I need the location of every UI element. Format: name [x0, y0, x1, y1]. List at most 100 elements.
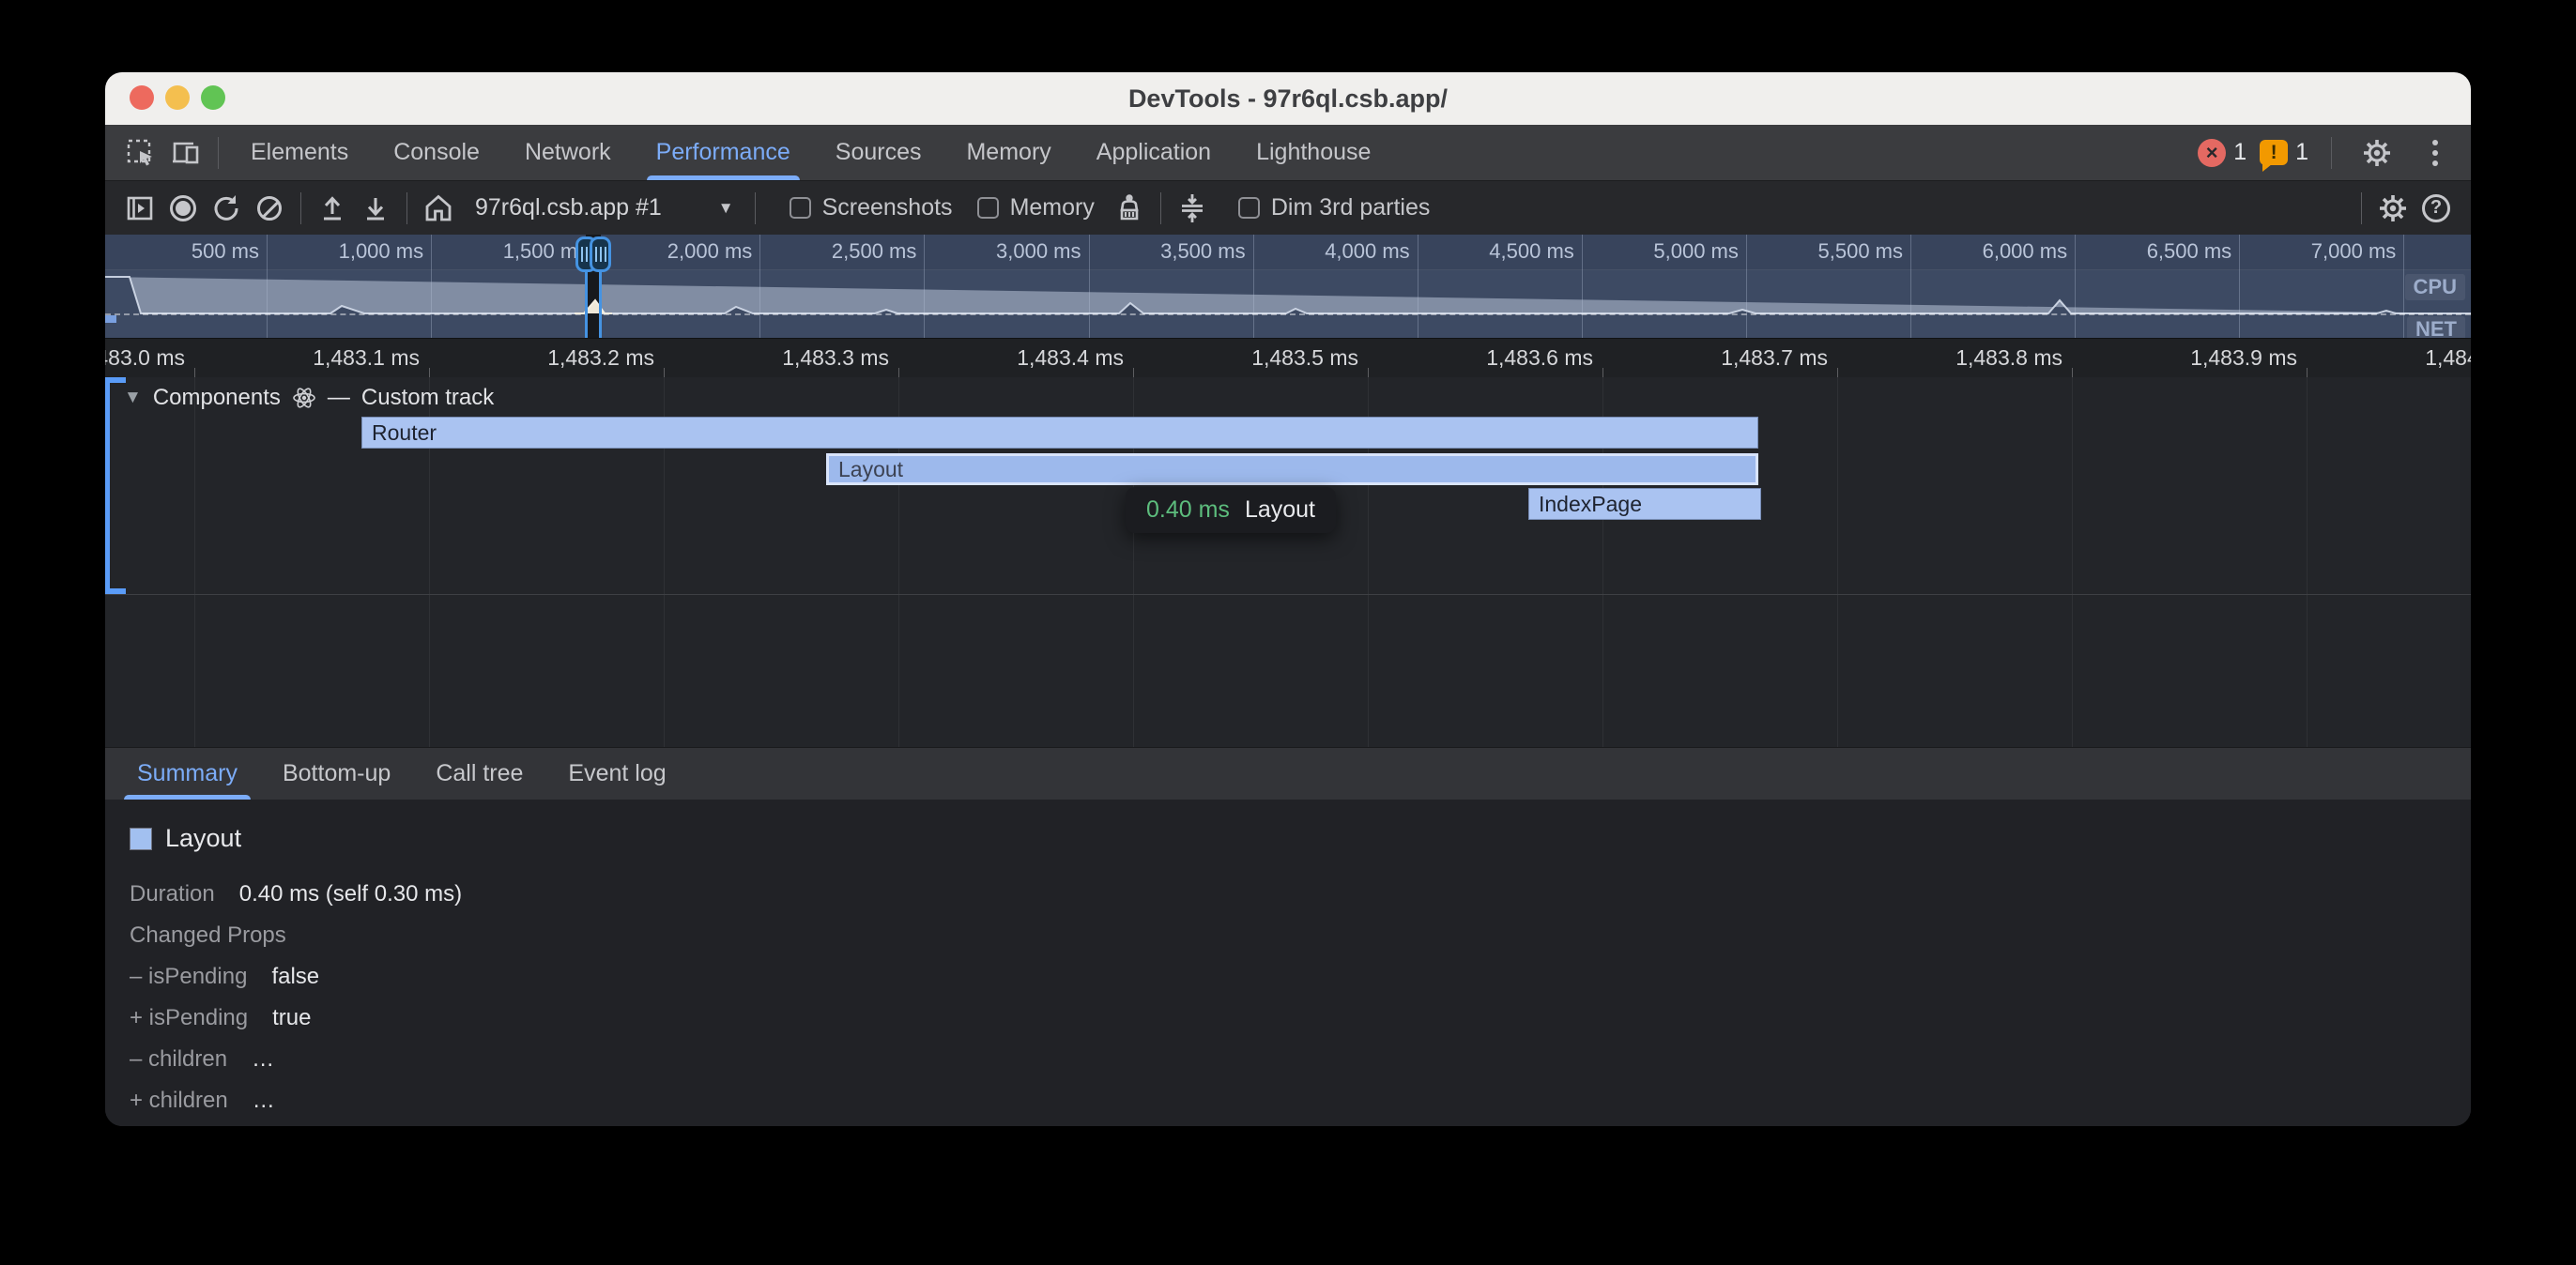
memory-checkbox[interactable] [977, 197, 999, 219]
track-separator: — [328, 385, 350, 411]
devtools-tabbar: ElementsConsoleNetworkPerformanceSources… [105, 125, 2471, 180]
summary-row-label: – children [130, 1046, 227, 1073]
track-header[interactable]: ▼ Components — Custom track [124, 385, 494, 411]
flame-event-label: Router [362, 420, 437, 446]
flame-gridline [194, 377, 195, 747]
issues-badge[interactable]: ! 1 [2260, 139, 2308, 166]
flame-event-router[interactable]: Router [361, 417, 1758, 449]
device-toolbar-icon[interactable] [163, 132, 208, 174]
issue-count: 1 [2295, 139, 2308, 166]
minimize-window-button[interactable] [165, 85, 190, 110]
summary-row-value: … [253, 1088, 275, 1114]
ruler-tick-label: 1,483.9 ms [2190, 345, 2297, 371]
tab-network[interactable]: Network [502, 125, 634, 180]
flame-gridline [1837, 377, 1838, 747]
ruler-tick-label: 1,483.4 ms [1017, 345, 1124, 371]
more-options-icon[interactable] [2413, 132, 2458, 174]
ruler-tick [1602, 368, 1603, 377]
titlebar: DevTools - 97r6ql.csb.app/ [105, 72, 2471, 125]
target-selector[interactable]: 97r6ql.csb.app #1 ▼ [475, 194, 734, 221]
summary-row: – children … [130, 1046, 2471, 1088]
ruler-tick-label: 1,483.0 ms [105, 345, 185, 371]
flame-event-layout[interactable]: Layout [826, 453, 1758, 485]
detail-tab-bottom-up[interactable]: Bottom-up [260, 748, 413, 800]
track-boundary [105, 594, 2471, 595]
tab-sources[interactable]: Sources [813, 125, 944, 180]
ruler-tick [664, 368, 665, 377]
detail-tab-event-log[interactable]: Event log [545, 748, 688, 800]
error-badge[interactable]: × 1 [2198, 139, 2246, 167]
error-count: 1 [2233, 139, 2246, 166]
collect-garbage-icon[interactable] [1108, 188, 1151, 229]
tab-elements[interactable]: Elements [228, 125, 371, 180]
ruler-tick [429, 368, 430, 377]
selection-right-handle[interactable] [590, 236, 611, 272]
summary-row: + children … [130, 1088, 2471, 1126]
settings-gear-icon[interactable] [2354, 132, 2400, 174]
summary-row-value: 0.40 ms (self 0.30 ms) [239, 881, 462, 907]
divider [1160, 192, 1161, 224]
divider [406, 192, 407, 224]
help-icon[interactable]: ? [2415, 188, 2458, 229]
compress-arrows-icon[interactable] [1171, 188, 1214, 229]
ruler-tick-label: 1,483.7 ms [1721, 345, 1828, 371]
summary-row: Duration 0.40 ms (self 0.30 ms) [130, 881, 2471, 922]
summary-row-value: false [271, 964, 319, 990]
detail-tabs: SummaryBottom-upCall treeEvent log [105, 747, 2471, 800]
record-icon[interactable] [161, 188, 205, 229]
tab-lighthouse[interactable]: Lighthouse [1234, 125, 1393, 180]
ruler-tick-label: 1,483.5 ms [1251, 345, 1358, 371]
window-title: DevTools - 97r6ql.csb.app/ [1128, 84, 1448, 114]
timeline-overview[interactable]: 500 ms1,000 ms1,500 ms2,000 ms2,500 ms3,… [105, 235, 2471, 338]
ruler-tick [1368, 368, 1369, 377]
clear-icon[interactable] [248, 188, 291, 229]
download-profile-icon[interactable] [354, 188, 397, 229]
screenshots-checkbox[interactable] [790, 197, 811, 219]
home-icon[interactable] [417, 188, 460, 229]
detail-tab-summary[interactable]: Summary [115, 748, 260, 800]
devtools-window: DevTools - 97r6ql.csb.app/ ElementsConso… [105, 72, 2471, 1126]
tab-performance[interactable]: Performance [634, 125, 813, 180]
screenshots-label: Screenshots [822, 194, 953, 221]
capture-settings-gear-icon[interactable] [2371, 188, 2415, 229]
memory-label: Memory [1010, 194, 1095, 221]
cpu-activity-chart [105, 235, 2471, 338]
divider [755, 192, 756, 224]
zoom-window-button[interactable] [201, 85, 225, 110]
cpu-lane-label: CPU [2405, 274, 2465, 300]
ruler-tick [1837, 368, 1838, 377]
detail-tab-call-tree[interactable]: Call tree [413, 748, 545, 800]
selection-left-line[interactable] [585, 270, 588, 338]
issue-icon: ! [2260, 140, 2288, 165]
summary-pane: Layout Duration0.40 ms (self 0.30 ms)Cha… [105, 800, 2471, 1126]
reload-and-record-icon[interactable] [205, 188, 248, 229]
inspect-element-icon[interactable] [118, 132, 163, 174]
zoomed-time-ruler[interactable]: 1,483.0 ms1,483.1 ms1,483.2 ms1,483.3 ms… [105, 338, 2471, 377]
flame-event-label: Layout [829, 457, 903, 482]
upload-profile-icon[interactable] [311, 188, 354, 229]
collapse-track-icon[interactable]: ▼ [124, 388, 142, 408]
summary-row-value: … [252, 1046, 274, 1073]
dim-3rd-parties-checkbox[interactable] [1238, 197, 1260, 219]
summary-row-label: Duration [130, 881, 215, 907]
ruler-tick [2307, 368, 2308, 377]
flame-event-indexpage[interactable]: IndexPage [1528, 488, 1761, 520]
tab-application[interactable]: Application [1074, 125, 1234, 180]
toggle-sidebar-icon[interactable] [118, 188, 161, 229]
flame-chart[interactable]: ▼ Components — Custom track Router Layout… [105, 377, 2471, 747]
divider [218, 137, 219, 169]
ruler-tick-label: 1,483.6 ms [1486, 345, 1593, 371]
tab-memory[interactable]: Memory [943, 125, 1073, 180]
net-lane-label: NET [2407, 316, 2465, 338]
selection-right-line[interactable] [599, 270, 602, 338]
summary-row-label: + children [130, 1088, 228, 1114]
track-kind: Custom track [361, 385, 494, 411]
ruler-tick-label: 1,483.8 ms [1955, 345, 2062, 371]
ruler-tick [194, 368, 195, 377]
tab-console[interactable]: Console [371, 125, 502, 180]
ruler-tick-label: 1,484.0 ms [2425, 345, 2471, 371]
summary-row-label: – isPending [130, 964, 247, 990]
summary-row: – isPending false [130, 964, 2471, 1005]
close-window-button[interactable] [130, 85, 154, 110]
selected-track-bracket [105, 377, 110, 594]
